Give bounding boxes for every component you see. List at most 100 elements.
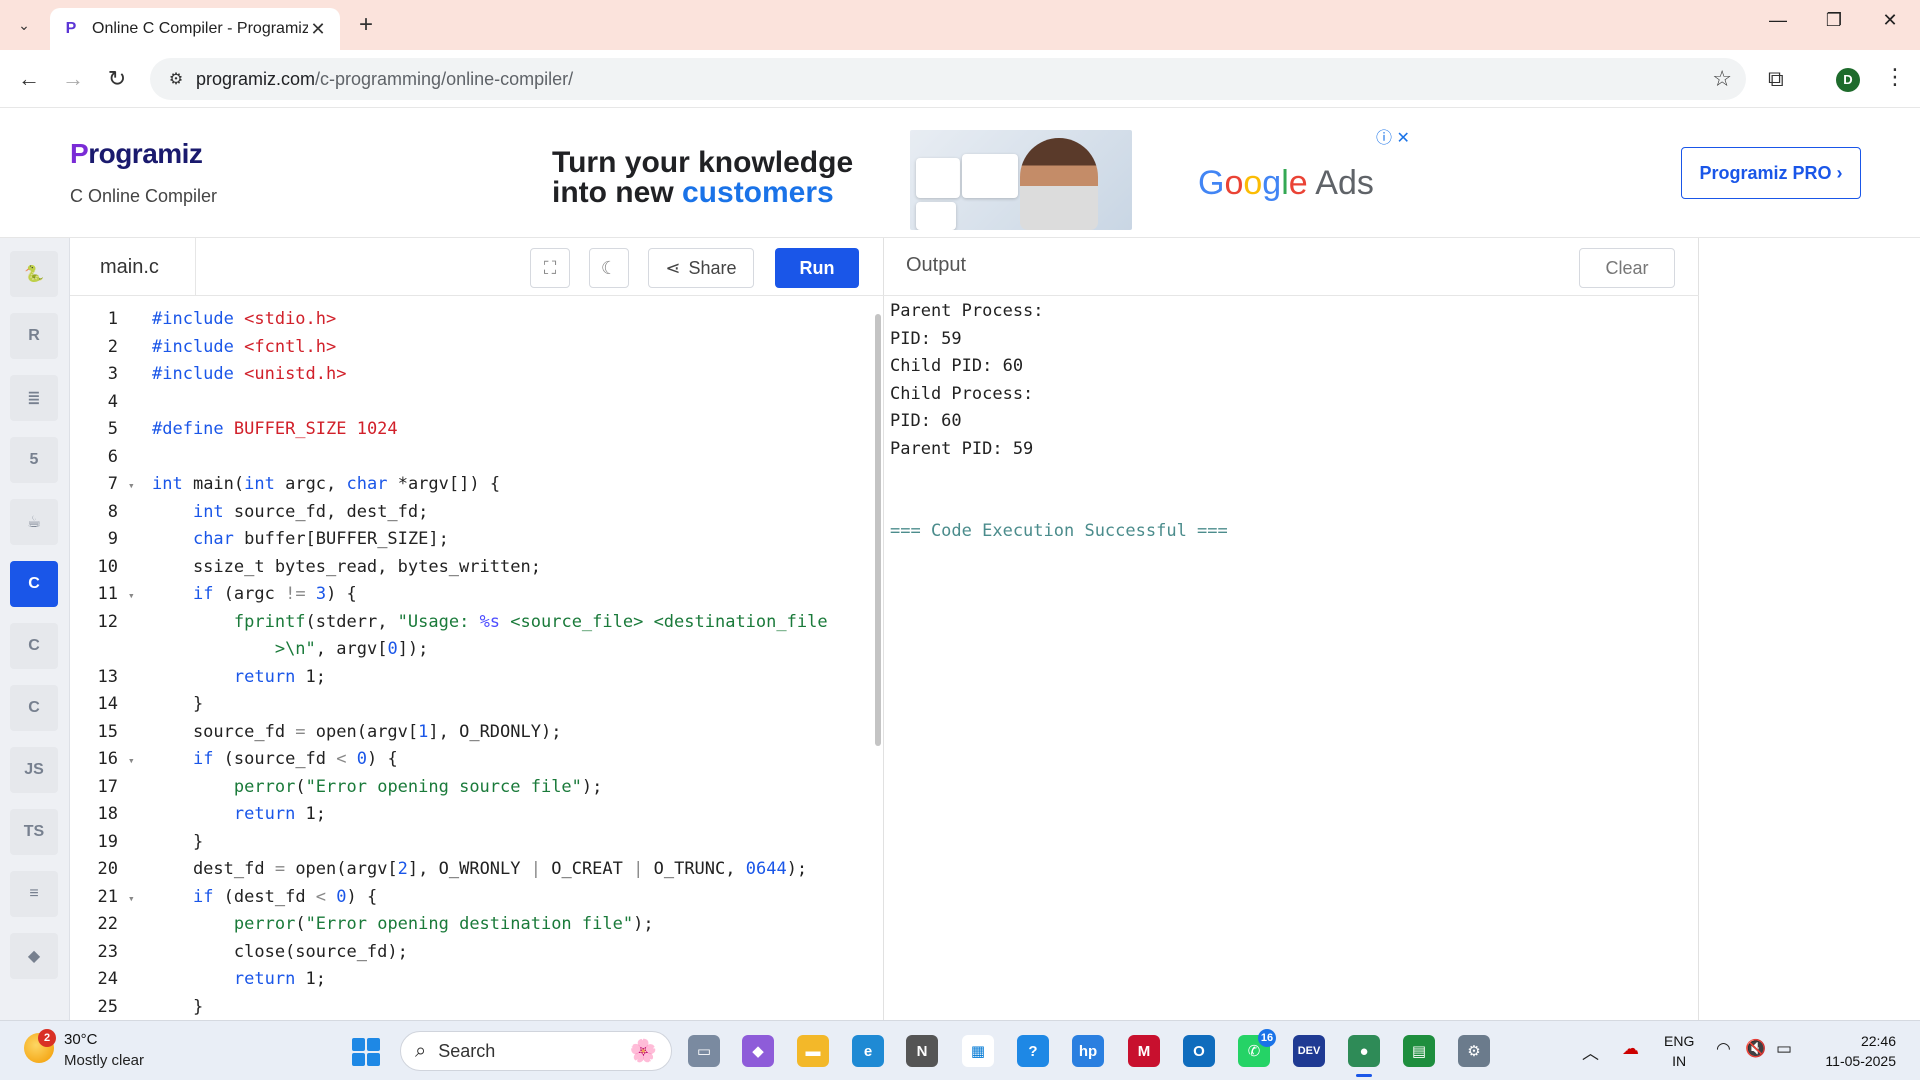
code-area[interactable]: 1 #include <stdio.h> 2 #include <fcntl.h> 3 #… — [70, 296, 870, 1020]
taskbar-app-whatsapp[interactable]: ✆ 16 — [1238, 1029, 1276, 1067]
back-arrow-icon[interactable]: ← — [14, 64, 44, 94]
weather-description[interactable]: Mostly clear — [64, 1052, 144, 1069]
editor-scrollbar[interactable] — [874, 304, 882, 1012]
code-line[interactable]: 4 — [70, 389, 152, 416]
js-icon: JS — [24, 761, 44, 778]
taskbar-app-myhp[interactable]: hp — [1072, 1035, 1104, 1067]
programiz-pro-button[interactable]: Programiz PRO › — [1681, 147, 1861, 199]
taskbar-app-edge[interactable]: e — [852, 1035, 884, 1067]
code-line[interactable]: 15 source_fd = open(argv[1], O_RDONLY); — [70, 719, 562, 746]
fold-toggle-icon[interactable]: ▾ — [128, 885, 138, 912]
taskbar-app-store[interactable]: ▦ — [962, 1035, 994, 1067]
taskbar-app-help[interactable]: ? — [1017, 1035, 1049, 1067]
sidebar-lang-java[interactable]: ☕ — [10, 499, 58, 545]
restore-icon[interactable]: ❐ — [1814, 10, 1854, 31]
code-line[interactable]: 10 ssize_t bytes_read, bytes_written; — [70, 554, 541, 581]
browser-tab[interactable]: P Online C Compiler - Programiz ✕ — [50, 8, 340, 50]
sidebar-lang-go[interactable]: ≡ — [10, 871, 58, 917]
code-line[interactable]: 3 #include <unistd.h> — [70, 361, 347, 388]
minimize-icon[interactable]: — — [1758, 10, 1798, 31]
code-line[interactable]: 20 dest_fd = open(argv[2], O_WRONLY | O_… — [70, 856, 808, 883]
taskbar-app-task-view[interactable]: ▭ — [688, 1035, 720, 1067]
code-line[interactable]: 19 } — [70, 829, 204, 856]
google-ad-banner[interactable]: Turn your knowledge into new customers G… — [540, 118, 1420, 230]
code-line[interactable]: 24 return 1; — [70, 966, 327, 993]
sidebar-lang-js[interactable]: JS — [10, 747, 58, 793]
taskbar-search[interactable]: ⌕ Search 🌸 — [400, 1031, 672, 1071]
sidebar-lang-cpp[interactable]: C — [10, 623, 58, 669]
taskbar-app-dev-cpp[interactable]: DEV — [1293, 1035, 1325, 1067]
onedrive-icon[interactable]: ☁ — [1622, 1039, 1639, 1059]
reload-icon[interactable]: ↻ — [102, 64, 132, 94]
code-line[interactable]: 7 ▾ int main(int argc, char *argv[]) { — [70, 471, 500, 498]
code-line[interactable]: 12 fprintf(stderr, "Usage: %s <source_fi… — [70, 609, 828, 636]
scrollbar-thumb[interactable] — [875, 314, 881, 746]
taskbar-app-chrome[interactable]: ● — [1348, 1035, 1380, 1077]
forward-arrow-icon[interactable]: → — [58, 64, 88, 94]
sidebar-lang-r[interactable]: R — [10, 313, 58, 359]
language-indicator[interactable]: ENG IN — [1664, 1031, 1694, 1071]
sidebar-lang-c[interactable]: C — [10, 561, 58, 607]
weather-temperature[interactable]: 30°C — [64, 1031, 98, 1048]
code-line[interactable]: 13 return 1; — [70, 664, 327, 691]
code-line[interactable]: 14 } — [70, 691, 204, 718]
browser-menu-icon[interactable]: ⋮ — [1884, 64, 1906, 90]
code-line[interactable]: 18 return 1; — [70, 801, 327, 828]
extensions-puzzle-icon[interactable]: ⧉ — [1768, 66, 1784, 92]
r-icon: R — [28, 327, 40, 344]
close-tab-icon[interactable]: ✕ — [308, 19, 328, 40]
file-tab[interactable]: main.c — [70, 238, 196, 296]
code-line[interactable]: 9 char buffer[BUFFER_SIZE]; — [70, 526, 449, 553]
volume-muted-icon[interactable]: 🔇 — [1745, 1039, 1766, 1059]
code-line[interactable]: >\n", argv[0]); — [70, 636, 429, 663]
sidebar-lang-html[interactable]: 5 — [10, 437, 58, 483]
sidebar-lang-ts[interactable]: TS — [10, 809, 58, 855]
sidebar-lang-php[interactable]: ◆ — [10, 933, 58, 979]
wifi-icon[interactable]: ◠ — [1716, 1039, 1731, 1059]
taskbar-app-mcafee[interactable]: M — [1128, 1035, 1160, 1067]
sidebar-lang-csharp[interactable]: C — [10, 685, 58, 731]
system-clock[interactable]: 22:46 11-05-2025 — [1816, 1031, 1896, 1071]
taskbar-app-classroom[interactable]: ▤ — [1403, 1035, 1435, 1067]
code-line[interactable]: 16 ▾ if (source_fd < 0) { — [70, 746, 398, 773]
tab-search-button[interactable]: ⌄ — [10, 12, 38, 38]
code-token: #include — [152, 309, 245, 329]
profile-avatar[interactable]: D — [1836, 68, 1860, 92]
code-line[interactable]: 1 #include <stdio.h> — [70, 306, 337, 333]
fullscreen-icon[interactable]: ⛶ — [530, 248, 570, 288]
code-line[interactable]: 8 int source_fd, dest_fd; — [70, 499, 429, 526]
bookmark-star-icon[interactable]: ☆ — [1712, 66, 1732, 92]
show-hidden-icons-chevron-icon[interactable]: ︿ — [1582, 1039, 1599, 1064]
code-line[interactable]: 22 perror("Error opening destination fil… — [70, 911, 654, 938]
sidebar-lang-python[interactable]: 🐍 — [10, 251, 58, 297]
sidebar-lang-sql[interactable]: ≣ — [10, 375, 58, 421]
fold-toggle-icon[interactable]: ▾ — [128, 747, 138, 774]
fold-toggle-icon[interactable]: ▾ — [128, 472, 138, 499]
code-line[interactable]: 11 ▾ if (argc != 3) { — [70, 581, 357, 608]
close-window-icon[interactable]: ✕ — [1870, 10, 1910, 31]
code-line[interactable]: 2 #include <fcntl.h> — [70, 334, 337, 361]
code-line[interactable]: 25 } — [70, 994, 204, 1021]
address-bar[interactable]: ⚙ programiz.com/c-programming/online-com… — [150, 58, 1746, 100]
taskbar-app-outlook[interactable]: O — [1183, 1035, 1215, 1067]
code-line[interactable]: 23 close(source_fd); — [70, 939, 408, 966]
site-info-icon[interactable]: ⚙ — [156, 69, 196, 89]
start-button[interactable] — [352, 1038, 380, 1066]
new-tab-button[interactable]: + — [352, 12, 380, 40]
ad-choices-icon[interactable]: ⓘ ✕ — [1376, 124, 1410, 148]
taskbar-app-settings[interactable]: ⚙ — [1458, 1035, 1490, 1067]
programiz-logo[interactable]: Programiz — [70, 138, 203, 170]
battery-icon[interactable]: ▭ — [1776, 1039, 1792, 1059]
code-line[interactable]: 21 ▾ if (dest_fd < 0) { — [70, 884, 378, 912]
taskbar-app-file-explorer[interactable]: ▬ — [797, 1035, 829, 1067]
clear-button[interactable]: Clear — [1579, 248, 1675, 288]
run-button[interactable]: Run — [775, 248, 859, 288]
code-line[interactable]: 6 — [70, 444, 152, 471]
code-line[interactable]: 17 perror("Error opening source file"); — [70, 774, 603, 801]
code-line[interactable]: 5 #define BUFFER_SIZE 1024 — [70, 416, 398, 443]
fold-toggle-icon[interactable]: ▾ — [128, 582, 138, 609]
taskbar-app-copilot[interactable]: ◆ — [742, 1035, 774, 1067]
taskbar-app-notion[interactable]: N — [906, 1035, 938, 1067]
share-button[interactable]: ⋖ Share — [648, 248, 754, 288]
dark-mode-moon-icon[interactable]: ☾ — [589, 248, 629, 288]
